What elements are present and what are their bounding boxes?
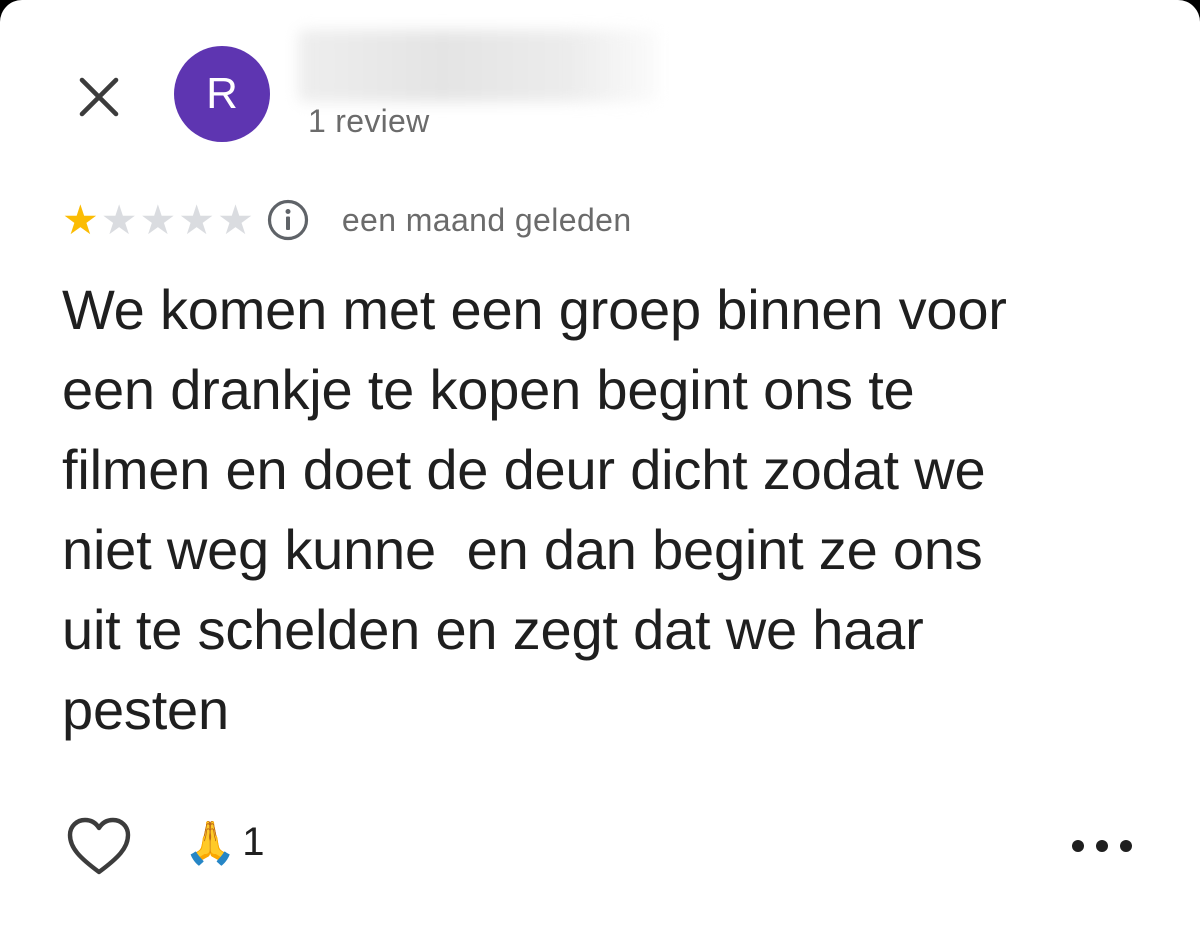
- star-empty-icon: ★: [178, 196, 216, 243]
- avatar[interactable]: R: [174, 46, 270, 142]
- heart-outline-icon: [67, 817, 131, 875]
- avatar-initial: R: [206, 69, 238, 118]
- more-horizontal-icon: [1120, 840, 1132, 852]
- review-count: 1 review: [308, 103, 430, 139]
- info-icon: [267, 199, 308, 241]
- star-empty-icon: ★: [139, 196, 177, 243]
- star-filled-icon: ★: [62, 196, 99, 243]
- star-empty-icon: ★: [217, 196, 254, 243]
- review-text: We komen met een groep binnen voor een d…: [62, 278, 1007, 741]
- praying-hands-icon: 🙏: [184, 818, 237, 866]
- info-button[interactable]: [266, 198, 310, 242]
- rating-row: ★ ★ ★ ★ ★ een maand geleden: [62, 196, 632, 244]
- more-options-button[interactable]: [1072, 828, 1132, 864]
- review-date: een maand geleden: [341, 201, 632, 238]
- more-horizontal-icon: [1072, 840, 1084, 852]
- review-card: R 1 review ★ ★ ★ ★ ★ een maand geleden We ko…: [0, 0, 1200, 928]
- close-button[interactable]: [70, 68, 128, 126]
- close-icon: [79, 77, 119, 117]
- reviewer-name-redacted[interactable]: [298, 30, 658, 102]
- reaction-button[interactable]: 🙏 1: [184, 820, 265, 865]
- reaction-count: 1: [242, 820, 265, 864]
- star-empty-icon: ★: [100, 196, 138, 243]
- like-button[interactable]: [66, 816, 132, 878]
- more-horizontal-icon: [1096, 840, 1108, 852]
- star-rating: ★ ★ ★ ★ ★: [62, 196, 256, 243]
